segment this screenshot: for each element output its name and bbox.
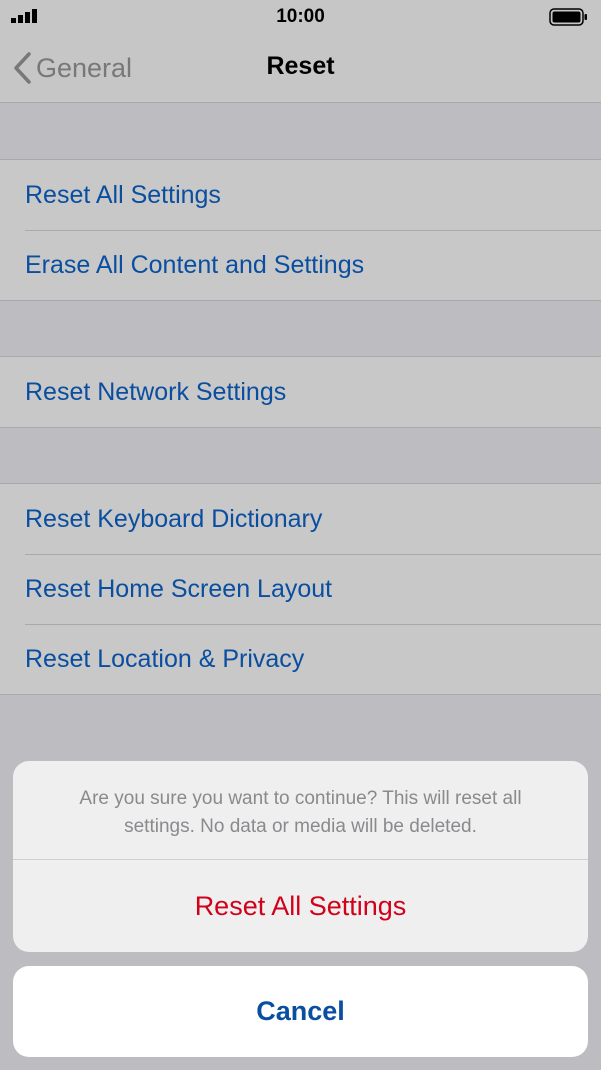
reset-network-settings-row[interactable]: Reset Network Settings <box>0 357 601 427</box>
battery-full-icon <box>549 8 587 26</box>
settings-group-2: Reset Network Settings <box>0 356 601 428</box>
reset-keyboard-dictionary-row[interactable]: Reset Keyboard Dictionary <box>0 484 601 554</box>
settings-group-1: Reset All Settings Erase All Content and… <box>0 159 601 301</box>
action-sheet-message: Are you sure you want to continue? This … <box>13 761 588 860</box>
erase-all-content-row[interactable]: Erase All Content and Settings <box>0 230 601 300</box>
page-title: Reset <box>266 52 335 80</box>
reset-location-privacy-row[interactable]: Reset Location & Privacy <box>0 624 601 694</box>
settings-group-3: Reset Keyboard Dictionary Reset Home Scr… <box>0 483 601 695</box>
status-time: 10:00 <box>276 6 325 27</box>
navigation-bar: General Reset <box>0 36 601 103</box>
reset-all-settings-row[interactable]: Reset All Settings <box>0 160 601 230</box>
action-sheet: Are you sure you want to continue? This … <box>13 761 588 952</box>
reset-home-screen-layout-row[interactable]: Reset Home Screen Layout <box>0 554 601 624</box>
status-bar: 10:00 <box>0 0 601 36</box>
confirm-reset-button[interactable]: Reset All Settings <box>13 860 588 952</box>
cancel-button[interactable]: Cancel <box>13 966 588 1057</box>
